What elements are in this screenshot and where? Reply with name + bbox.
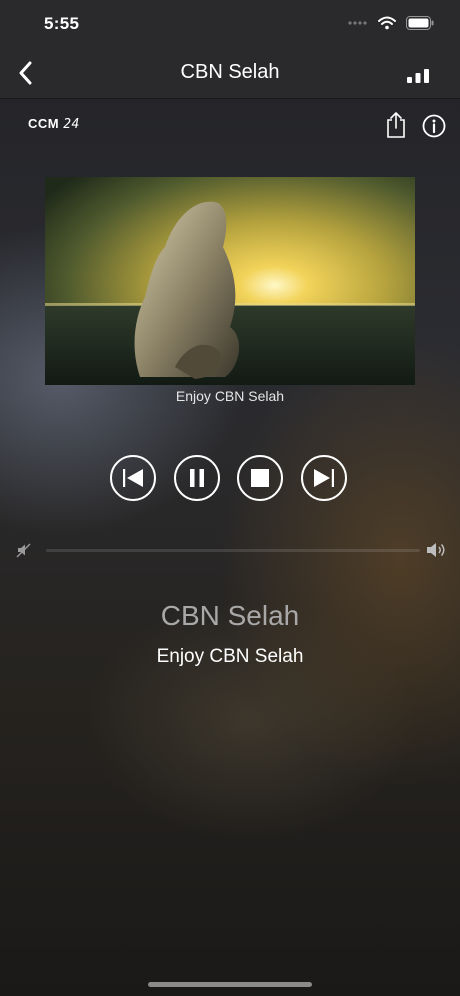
previous-button[interactable] xyxy=(110,455,156,501)
signal-bars-icon[interactable] xyxy=(406,66,430,84)
skip-previous-icon xyxy=(123,469,143,487)
station-subtitle: Enjoy CBN Selah xyxy=(156,646,304,667)
app-logo: CCM 24 xyxy=(28,116,80,132)
navigation-bar: CBN Selah xyxy=(0,48,460,99)
pause-button[interactable] xyxy=(174,455,220,501)
status-icons xyxy=(348,16,434,30)
station-name: CBN Selah xyxy=(160,600,300,631)
page-title: CBN Selah xyxy=(180,61,280,83)
wifi-icon xyxy=(378,16,396,30)
home-indicator xyxy=(148,982,312,987)
stop-icon xyxy=(251,469,269,487)
skip-next-icon xyxy=(314,469,334,487)
stop-button[interactable] xyxy=(237,455,283,501)
info-icon[interactable] xyxy=(422,114,446,138)
volume-mute-icon xyxy=(16,543,31,558)
status-bar: 5:55 xyxy=(0,0,460,48)
pause-icon xyxy=(190,469,204,487)
volume-up-icon xyxy=(427,543,445,557)
album-artwork xyxy=(45,177,415,385)
cellular-dots-icon xyxy=(348,21,367,25)
next-button[interactable] xyxy=(301,455,347,501)
volume-row xyxy=(0,540,460,560)
volume-slider[interactable] xyxy=(46,549,420,552)
artwork-caption: Enjoy CBN Selah xyxy=(175,388,285,404)
battery-icon xyxy=(406,16,434,30)
logo-number: 24 xyxy=(63,117,80,132)
share-icon[interactable] xyxy=(384,111,408,139)
playback-controls xyxy=(110,455,350,505)
logo-text: CCM xyxy=(28,116,60,131)
status-time: 5:55 xyxy=(44,14,80,33)
